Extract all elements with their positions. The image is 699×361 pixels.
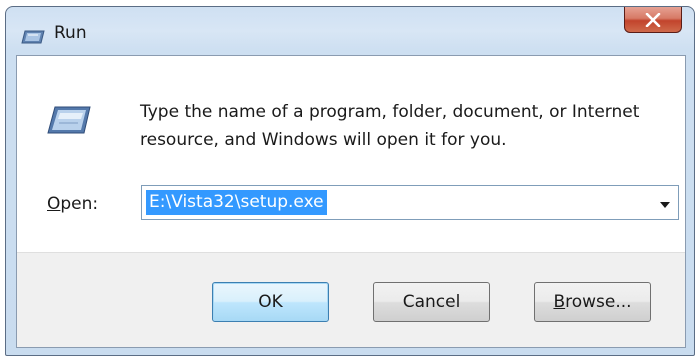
dropdown-button[interactable] <box>654 188 676 217</box>
chevron-down-icon <box>660 193 670 212</box>
dialog-description: Type the name of a program, folder, docu… <box>140 102 640 150</box>
run-dialog-window: Run Type the name of a program, folder, … <box>5 6 695 356</box>
window-title: Run <box>54 23 87 43</box>
open-combobox[interactable]: E:\Vista32\setup.exe <box>141 185 679 220</box>
close-button[interactable] <box>624 7 682 33</box>
browse-mnemonic: B <box>553 292 566 312</box>
open-label-mnemonic: O <box>47 194 61 214</box>
run-icon <box>21 29 45 44</box>
browse-label-text: rowse... <box>565 292 632 312</box>
browse-button-label: Browse... <box>553 292 631 312</box>
open-label-text: pen: <box>60 194 99 214</box>
ok-button[interactable]: OK <box>212 282 329 322</box>
close-icon <box>645 12 661 27</box>
browse-button[interactable]: Browse... <box>534 282 651 322</box>
run-icon <box>47 106 91 134</box>
dialog-body: Type the name of a program, folder, docu… <box>16 55 686 348</box>
cancel-button-label: Cancel <box>402 292 461 312</box>
ok-button-label: OK <box>258 292 283 312</box>
open-label: Open: <box>47 194 98 214</box>
cancel-button[interactable]: Cancel <box>373 282 490 322</box>
title-bar[interactable]: Run <box>6 7 694 55</box>
open-input-value[interactable]: E:\Vista32\setup.exe <box>146 190 327 215</box>
